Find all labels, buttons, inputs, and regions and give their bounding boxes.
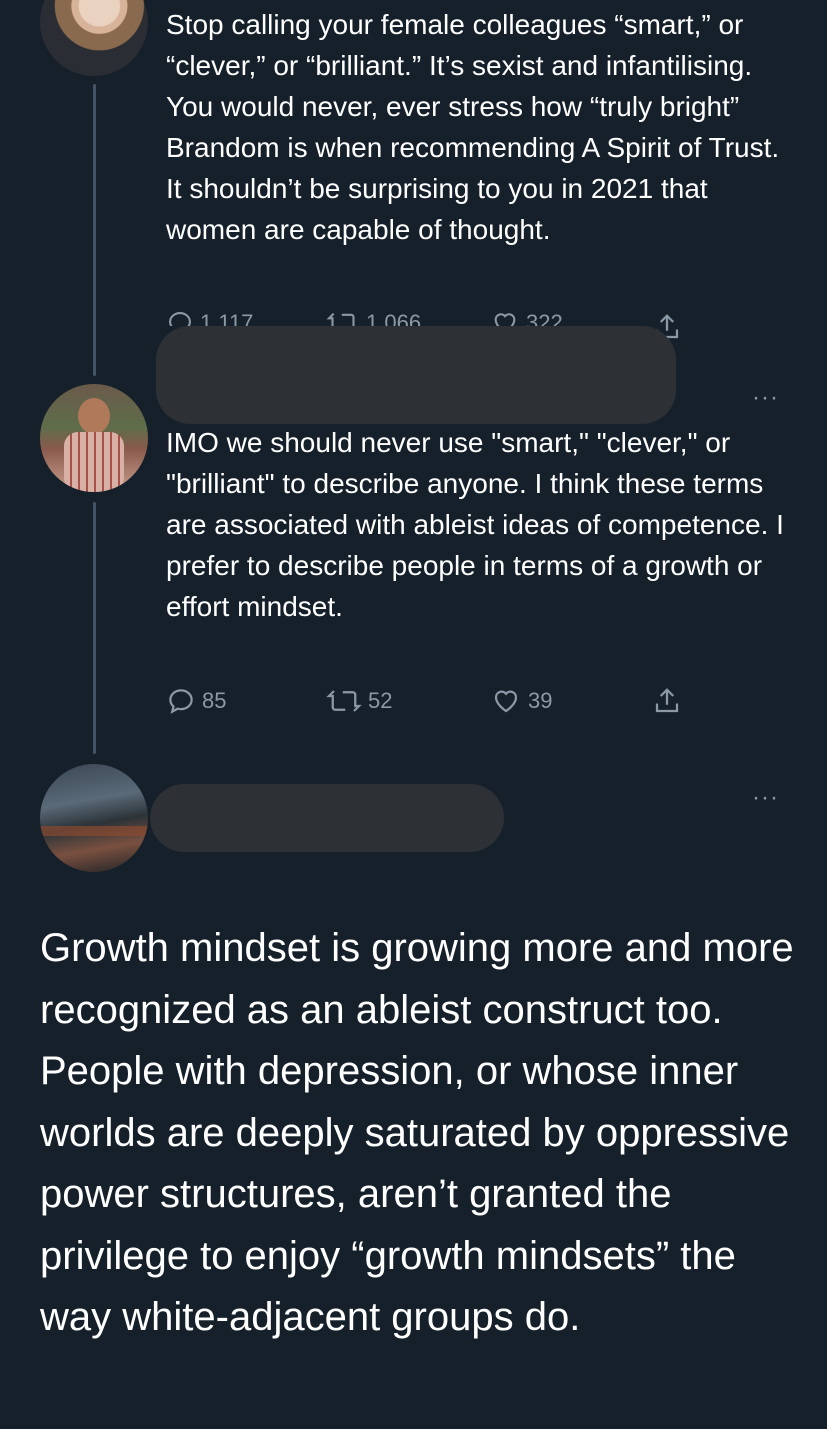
share-button[interactable] xyxy=(652,684,682,718)
more-options-button[interactable]: ··· xyxy=(752,384,779,412)
avatar-user-3[interactable] xyxy=(40,764,148,872)
reply-icon xyxy=(169,312,191,326)
like-count: 39 xyxy=(528,688,553,713)
redacted-username xyxy=(156,326,676,424)
retweet-icon xyxy=(326,690,362,712)
avatar-user-2[interactable] xyxy=(40,384,148,492)
retweet-count: 1,066 xyxy=(366,310,422,326)
reply-icon xyxy=(169,689,193,714)
retweet-button[interactable]: 52 xyxy=(326,684,392,718)
retweet-button[interactable]: 1,066 xyxy=(326,306,421,326)
share-icon xyxy=(655,688,679,713)
like-button[interactable]: 322 xyxy=(490,306,563,326)
more-options-button[interactable]: ··· xyxy=(752,784,779,812)
like-count: 322 xyxy=(526,310,563,326)
retweet-icon xyxy=(326,312,355,326)
reply-count: 85 xyxy=(202,688,227,713)
reply-count: 1,117 xyxy=(200,310,254,326)
like-button[interactable]: 39 xyxy=(490,684,552,718)
tweet-text: Stop calling your female colleagues “sma… xyxy=(166,9,780,245)
tweet-text: Growth mindset is growing more and more … xyxy=(40,926,794,1339)
avatar-user-1[interactable] xyxy=(40,0,148,76)
reply-button[interactable]: 1,117 xyxy=(166,306,253,326)
heart-icon xyxy=(494,313,516,326)
tweet-actions: 1,117 1,066 322 xyxy=(166,306,706,326)
reply-button[interactable]: 85 xyxy=(166,684,226,718)
thread-line xyxy=(93,502,96,754)
tweet-actions: 85 52 39 xyxy=(166,684,706,718)
retweet-count: 52 xyxy=(368,688,393,713)
heart-icon xyxy=(494,690,518,713)
thread-line xyxy=(93,84,96,376)
tweet-text: IMO we should never use "smart," "clever… xyxy=(166,427,784,622)
redacted-username xyxy=(150,784,504,852)
